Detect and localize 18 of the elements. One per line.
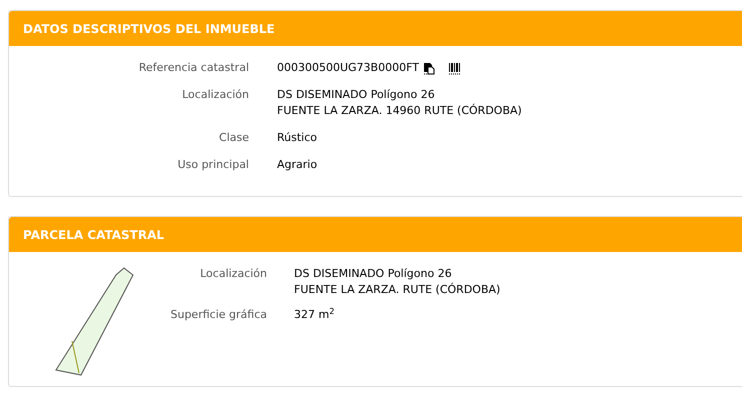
field-label: Localización bbox=[199, 266, 267, 282]
field-label: Referencia catastral bbox=[138, 60, 249, 76]
field-value: FUENTE LA ZARZA. 14960 RUTE (CÓRDOBA) bbox=[277, 103, 522, 119]
field-label: Uso principal bbox=[176, 157, 249, 173]
field-value: 000300500UG73B0000FT bbox=[277, 60, 419, 76]
field-value: DS DISEMINADO Polígono 26 bbox=[277, 87, 436, 103]
copy-icon[interactable] bbox=[422, 62, 435, 74]
field-value: DS DISEMINADO Polígono 26 bbox=[294, 266, 453, 282]
field-value: Agrario bbox=[277, 157, 318, 173]
panel-title: DATOS DESCRIPTIVOS DEL INMUEBLE bbox=[9, 11, 742, 46]
field-label: Clase bbox=[218, 130, 249, 146]
field-value: 327 m$^{2}$ bbox=[294, 307, 334, 323]
field-label: Localización bbox=[181, 87, 249, 103]
panel-title: PARCELA CATASTRAL bbox=[9, 217, 742, 252]
field-value: Rústico bbox=[277, 130, 317, 146]
field-value: FUENTE LA ZARZA. RUTE (CÓRDOBA) bbox=[294, 282, 500, 298]
barcode-icon[interactable] bbox=[448, 62, 461, 74]
field-label: Superficie gráfica bbox=[170, 307, 267, 323]
